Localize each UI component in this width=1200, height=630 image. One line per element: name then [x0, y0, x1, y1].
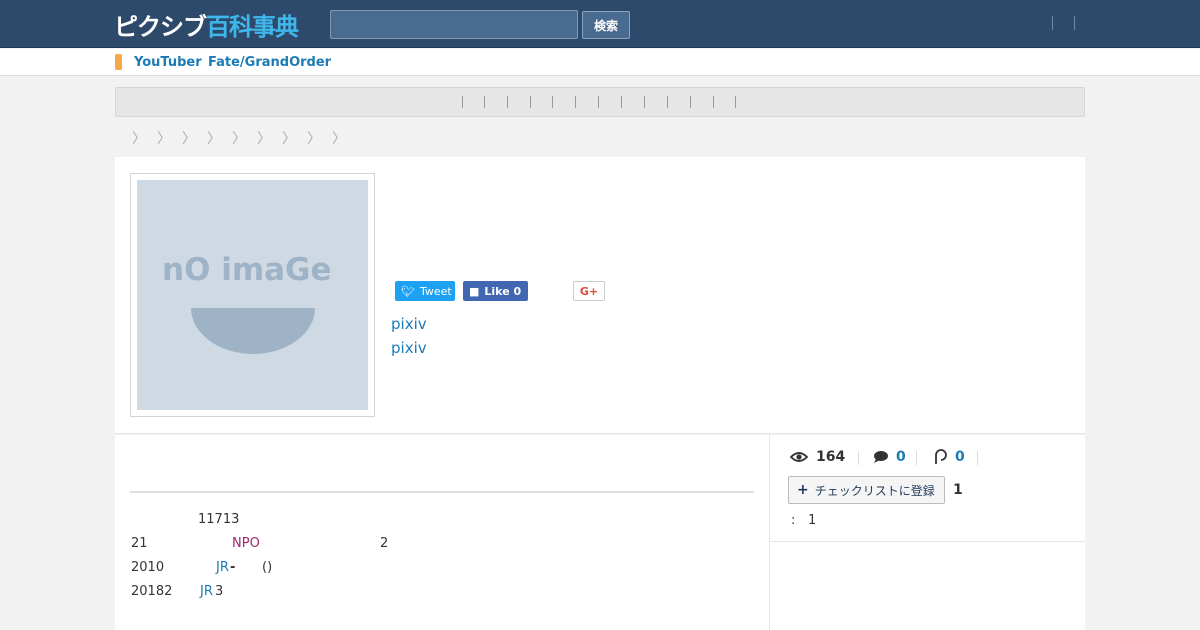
category-separator	[644, 96, 645, 108]
body-text: 3	[215, 584, 224, 599]
article-body: 11713 21 NPO 2 2010 JR - () 20182 JR 3	[115, 435, 769, 630]
twitter-bird-icon: 🐦︎	[401, 284, 415, 298]
jr-link[interactable]: JR	[200, 584, 213, 599]
checklist-count: 1	[953, 482, 963, 498]
pixiv-tag-count[interactable]: 0	[932, 449, 965, 465]
eye-icon	[790, 452, 808, 462]
view-count-value: 164	[816, 449, 846, 465]
search-input[interactable]	[330, 10, 578, 39]
facebook-like-button[interactable]: ■ Like 0	[463, 281, 528, 301]
pin-icon	[935, 449, 947, 464]
body-text: -	[230, 560, 236, 575]
rank-label: :	[791, 513, 796, 528]
chevron-right-icon: 〉	[157, 131, 171, 147]
smile-icon	[191, 308, 315, 354]
category-separator	[713, 96, 714, 108]
logo-text-pixiv: ピクシブ	[114, 12, 207, 41]
category-separator	[621, 96, 622, 108]
article-header: nO imaGe 🐦︎ Tweet ■ Like 0 G+ pixiv pixi…	[115, 157, 1085, 434]
category-separator	[530, 96, 531, 108]
search-button[interactable]: 検索	[582, 11, 630, 39]
category-separator	[462, 96, 463, 108]
section-divider	[130, 491, 754, 493]
category-separator	[690, 96, 691, 108]
header-separator	[1074, 16, 1075, 30]
header-separator	[1052, 16, 1053, 30]
trending-link-fgo[interactable]: Fate/GrandOrder	[208, 55, 331, 70]
pixiv-link[interactable]: pixiv	[391, 315, 427, 333]
category-separator	[735, 96, 736, 108]
site-logo[interactable]: ピクシブ 百科事典	[114, 9, 299, 41]
checklist-button-label: チェックリストに登録	[814, 483, 935, 498]
google-plus-button[interactable]: G+	[573, 281, 605, 301]
category-nav	[115, 87, 1085, 117]
tweet-label: Tweet	[419, 284, 452, 298]
npo-link[interactable]: NPO	[232, 536, 260, 551]
no-image-placeholder: nO imaGe	[137, 180, 368, 410]
stat-separator	[977, 451, 978, 465]
article-thumbnail: nO imaGe	[130, 173, 375, 417]
category-separator	[507, 96, 508, 108]
chevron-right-icon: 〉	[207, 131, 221, 147]
comment-count[interactable]: 0	[873, 449, 906, 465]
no-image-text: nO imaGe	[162, 252, 332, 288]
chevron-right-icon: 〉	[132, 131, 146, 147]
section-divider	[770, 541, 1085, 542]
trending-link-youtuber[interactable]: YouTuber	[134, 55, 202, 70]
category-separator	[484, 96, 485, 108]
body-text: 2010	[131, 560, 165, 575]
site-header: ピクシブ 百科事典 検索	[0, 0, 1200, 48]
add-to-checklist-button[interactable]: + チェックリストに登録	[788, 476, 945, 504]
logo-text-dictionary: 百科事典	[206, 12, 299, 41]
body-text: ()	[262, 560, 273, 575]
category-separator	[552, 96, 553, 108]
body-text: 21	[131, 536, 148, 551]
stat-separator	[916, 451, 917, 465]
like-label: Like 0	[484, 284, 522, 298]
jr-link[interactable]: JR	[216, 560, 229, 575]
pixiv-link[interactable]: pixiv	[391, 339, 427, 357]
comment-icon	[874, 451, 888, 463]
chevron-right-icon: 〉	[282, 131, 296, 147]
trending-marker	[115, 54, 122, 70]
stat-separator	[858, 451, 859, 465]
rank-value: 1	[808, 513, 817, 528]
tweet-button[interactable]: 🐦︎ Tweet	[395, 281, 455, 301]
view-count: 164	[790, 449, 845, 465]
chevron-right-icon: 〉	[232, 131, 246, 147]
body-text: 2	[380, 536, 389, 551]
trending-bar: YouTuber Fate/GrandOrder	[0, 49, 1200, 76]
body-text: 11713	[198, 512, 240, 527]
chevron-right-icon: 〉	[307, 131, 321, 147]
plus-icon: +	[797, 482, 809, 498]
comment-count-value: 0	[896, 449, 906, 465]
pixiv-tag-count-value: 0	[955, 449, 965, 465]
body-text: 20182	[131, 584, 173, 599]
category-separator	[667, 96, 668, 108]
chevron-right-icon: 〉	[257, 131, 271, 147]
chevron-right-icon: 〉	[332, 131, 346, 147]
article-stats: 164 0 0 + チェックリストに登録 1 : 1	[770, 435, 1085, 630]
category-separator	[575, 96, 576, 108]
chevron-right-icon: 〉	[182, 131, 196, 147]
category-separator	[598, 96, 599, 108]
thumbs-up-icon: ■	[469, 284, 480, 298]
